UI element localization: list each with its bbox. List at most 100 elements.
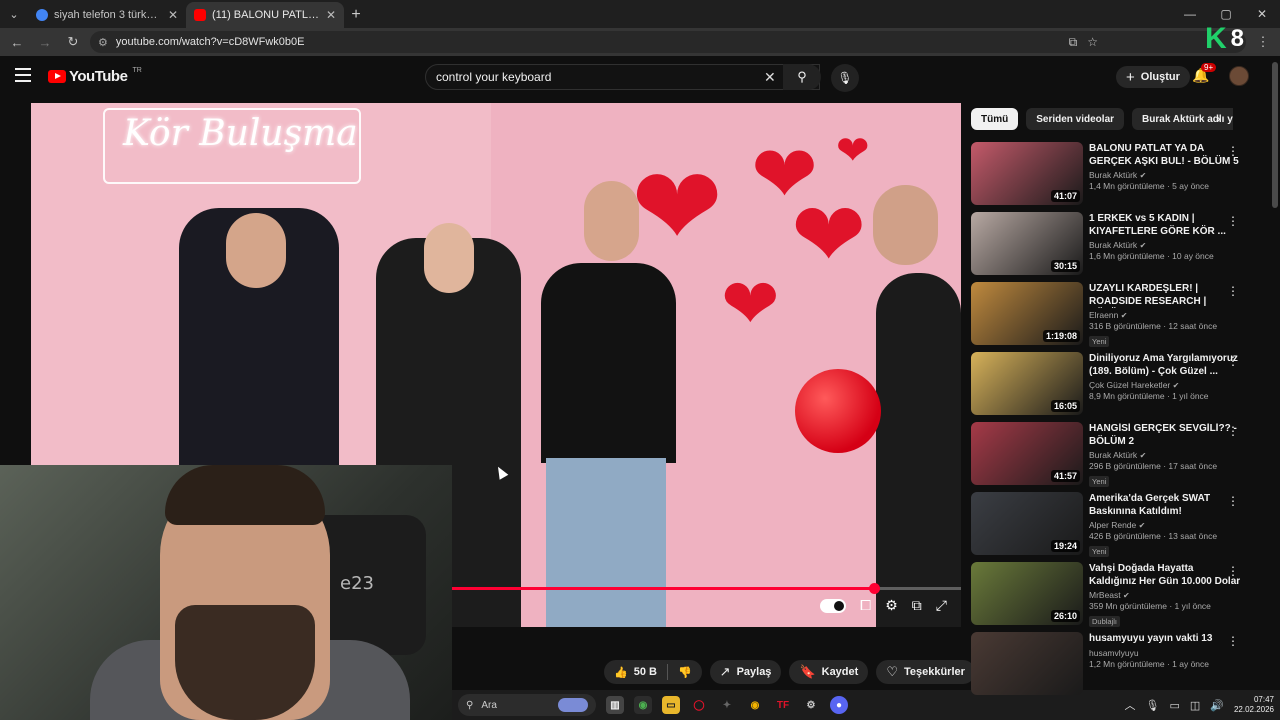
maximize-icon[interactable]: ▢ <box>1208 7 1244 21</box>
file-explorer-icon[interactable]: ▭ <box>662 696 680 714</box>
channel-name[interactable]: Burak Aktürk <box>1089 240 1137 250</box>
miniplayer-icon[interactable]: ⧉ <box>912 597 922 614</box>
page-scrollbar[interactable] <box>1272 62 1278 208</box>
video-title[interactable]: Amerika'da Gerçek SWAT Baskınına Katıldı… <box>1089 493 1243 518</box>
site-info-icon[interactable]: ⚙ <box>98 36 108 49</box>
woman-head <box>424 223 474 293</box>
share-button[interactable]: ↗ Paylaş <box>709 660 782 684</box>
youtube-header: YouTube TR control your keyboard ✕ ⚲ 🎙 +… <box>0 56 1280 98</box>
clear-search-icon[interactable]: ✕ <box>764 69 776 86</box>
dislike-button[interactable]: 👎 <box>668 666 702 679</box>
channel-row: MrBeast ✔ <box>1089 590 1243 600</box>
channel-name[interactable]: Elraenn <box>1089 310 1118 320</box>
video-menu-icon[interactable]: ⋮ <box>1227 284 1239 298</box>
browser-tab-2[interactable]: (11) BALONU PATLAT YA DA GE ✕ <box>186 2 344 28</box>
video-title[interactable]: 1 ERKEK vs 5 KADIN | KIYAFETLERE GÖRE KÖ… <box>1089 213 1243 238</box>
fullscreen-icon[interactable]: ⤢ <box>936 597 947 614</box>
recommended-video[interactable]: 16:05 Diniliyoruz Ama Yargılamıyoruz (189… <box>971 352 1243 422</box>
settings-gear-icon[interactable]: ⚙ <box>885 597 898 614</box>
video-info: Vahşi Doğada Hayatta Kaldığınız Her Gün … <box>1089 562 1243 632</box>
back-icon[interactable]: ← <box>6 31 28 53</box>
channel-name[interactable]: Alper Rende <box>1089 520 1136 530</box>
app-icon[interactable]: ✦ <box>718 696 736 714</box>
video-title[interactable]: HANGİSİ GERÇEK SEVGİLİ?? - BÖLÜM 2 <box>1089 423 1243 448</box>
reload-icon[interactable]: ↻ <box>62 31 84 53</box>
minimize-icon[interactable]: — <box>1172 7 1208 21</box>
video-badge: Yeni <box>1089 476 1110 487</box>
avatar[interactable] <box>1229 66 1249 86</box>
video-menu-icon[interactable]: ⋮ <box>1227 564 1239 578</box>
video-menu-icon[interactable]: ⋮ <box>1227 494 1239 508</box>
chip-series[interactable]: Seriden videolar <box>1026 108 1125 130</box>
new-tab-button[interactable]: + <box>344 2 368 28</box>
subtitles-icon[interactable]: ⧠ <box>860 597 871 614</box>
tab-title: (11) BALONU PATLAT YA DA GE <box>212 9 320 21</box>
voice-search-button[interactable]: 🎙 <box>831 64 859 92</box>
recommended-video[interactable]: 30:15 1 ERKEK vs 5 KADIN | KIYAFETLERE GÖ… <box>971 212 1243 282</box>
video-title[interactable]: BALONU PATLAT YA DA GERÇEK AŞKI BUL! - B… <box>1089 143 1243 168</box>
url-bar[interactable]: ⚙ youtube.com/watch?v=cD8WFwk0b0E ⧉ ☆ <box>90 31 1246 53</box>
video-menu-icon[interactable]: ⋮ <box>1227 354 1239 368</box>
taskbar-search[interactable]: ⚲ Ara <box>458 694 596 716</box>
video-menu-icon[interactable]: ⋮ <box>1227 424 1239 438</box>
menu-icon[interactable] <box>15 68 31 82</box>
youtube-logo[interactable]: YouTube TR <box>48 67 142 85</box>
opera-icon[interactable]: ◯ <box>690 696 708 714</box>
forward-icon[interactable]: → <box>34 31 56 53</box>
search-input[interactable]: control your keyboard <box>425 64 820 90</box>
notifications-button[interactable]: 🔔 9+ <box>1192 63 1217 84</box>
close-tab-icon[interactable]: ✕ <box>168 8 178 22</box>
save-button[interactable]: 🔖 Kaydet <box>789 660 869 684</box>
video-thumbnail[interactable]: 41:07 <box>971 142 1083 205</box>
video-thumbnail[interactable]: 1:19:08 <box>971 282 1083 345</box>
channel-name[interactable]: husamvlyuyu <box>1089 648 1139 658</box>
recommended-video[interactable]: 26:10 Vahşi Doğada Hayatta Kaldığınız Her… <box>971 562 1243 632</box>
chrome-icon[interactable]: ◉ <box>634 696 652 714</box>
video-title[interactable]: husamyuyu yayın vakti 13 <box>1089 633 1243 646</box>
video-thumbnail[interactable] <box>971 632 1083 695</box>
install-app-icon[interactable]: ⧉ <box>1069 35 1078 50</box>
like-button[interactable]: 👍 50 B <box>604 666 667 679</box>
video-menu-icon[interactable]: ⋮ <box>1227 634 1239 648</box>
tf-app-icon[interactable]: TF <box>774 696 792 714</box>
bookmark-star-icon[interactable]: ☆ <box>1087 35 1098 50</box>
video-menu-icon[interactable]: ⋮ <box>1227 214 1239 228</box>
chrome-canary-icon[interactable]: ◉ <box>746 696 764 714</box>
video-title[interactable]: Diniliyoruz Ama Yargılamıyoruz (189. Böl… <box>1089 353 1243 378</box>
thanks-button[interactable]: ♡ Teşekkürler <box>876 660 975 684</box>
channel-name[interactable]: Çok Güzel Hareketler <box>1089 380 1170 390</box>
video-thumbnail[interactable]: 26:10 <box>971 562 1083 625</box>
recommended-video[interactable]: 41:57 HANGİSİ GERÇEK SEVGİLİ?? - BÖLÜM 2 B… <box>971 422 1243 492</box>
kebab-menu-icon[interactable]: ⋮ <box>1252 31 1274 53</box>
channel-name[interactable]: Burak Aktürk <box>1089 450 1137 460</box>
progress-scrubber[interactable] <box>868 583 880 594</box>
man-head <box>584 181 639 261</box>
video-title[interactable]: UZAYLI KARDEŞLER! | ROADSIDE RESEARCH | … <box>1089 283 1243 308</box>
heart-decoration: ❤ <box>791 186 867 286</box>
close-tab-icon[interactable]: ✕ <box>326 8 336 22</box>
task-view-icon[interactable]: ▥ <box>606 696 624 714</box>
chevron-right-icon[interactable]: › <box>1216 110 1221 126</box>
steam-icon[interactable]: ⚙ <box>802 696 820 714</box>
video-thumbnail[interactable]: 30:15 <box>971 212 1083 275</box>
video-menu-icon[interactable]: ⋮ <box>1227 144 1239 158</box>
browser-tab-1[interactable]: siyah telefon 3 türkçe dublajlı - G ✕ <box>28 2 186 28</box>
recommended-video[interactable]: 19:24 Amerika'da Gerçek SWAT Baskınına Ka… <box>971 492 1243 562</box>
recommended-video[interactable]: husamyuyu yayın vakti 13 husamvlyuyu 1,2 M… <box>971 632 1243 702</box>
discord-icon[interactable]: ● <box>830 696 848 714</box>
video-meta: 426 B görüntüleme · 13 saat önce <box>1089 531 1218 541</box>
recommended-video[interactable]: 1:19:08 UZAYLI KARDEŞLER! | ROADSIDE RESE… <box>971 282 1243 352</box>
create-button[interactable]: + Oluştur <box>1116 66 1190 88</box>
autoplay-toggle[interactable] <box>820 598 847 613</box>
video-thumbnail[interactable]: 16:05 <box>971 352 1083 415</box>
recommended-video[interactable]: 41:07 BALONU PATLAT YA DA GERÇEK AŞKI BUL… <box>971 142 1243 212</box>
chip-all[interactable]: Tümü <box>971 108 1019 130</box>
channel-name[interactable]: Burak Aktürk <box>1089 170 1137 180</box>
channel-name[interactable]: MrBeast <box>1089 590 1121 600</box>
search-button[interactable]: ⚲ <box>783 64 821 90</box>
tab-search-button[interactable]: ⌄ <box>0 0 28 28</box>
video-title[interactable]: Vahşi Doğada Hayatta Kaldığınız Her Gün … <box>1089 563 1243 588</box>
video-thumbnail[interactable]: 19:24 <box>971 492 1083 555</box>
video-thumbnail[interactable]: 41:57 <box>971 422 1083 485</box>
close-window-icon[interactable]: ✕ <box>1244 7 1280 21</box>
